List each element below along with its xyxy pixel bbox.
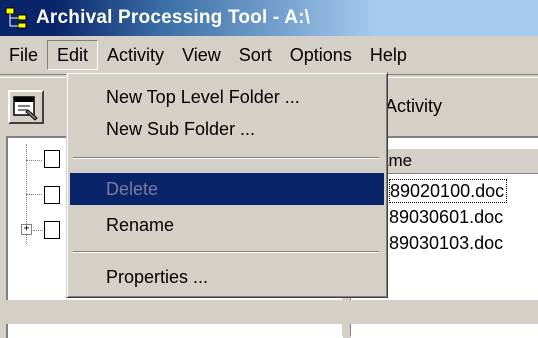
tree-line <box>26 194 42 195</box>
window-bottom <box>0 300 538 324</box>
menu-help[interactable]: Help <box>361 40 416 70</box>
properties-icon <box>13 96 38 121</box>
tree-line <box>33 230 43 231</box>
app-tree-icon <box>4 6 30 30</box>
menu-file[interactable]: File <box>0 40 47 70</box>
menu-sort[interactable]: Sort <box>230 40 281 70</box>
menu-separator <box>73 251 379 253</box>
title-bar[interactable]: Archival Processing Tool - A:\ <box>0 0 538 36</box>
file-name: 89030103.doc <box>389 233 504 253</box>
document-icon[interactable] <box>44 150 60 168</box>
menu-rename[interactable]: Rename <box>70 209 384 241</box>
properties-button[interactable] <box>8 90 44 124</box>
menu-view[interactable]: View <box>173 40 230 70</box>
tree-line <box>26 160 42 161</box>
menu-properties[interactable]: Properties ... <box>70 261 384 293</box>
menu-activity[interactable]: Activity <box>98 40 173 70</box>
window-title: Archival Processing Tool - A:\ <box>36 7 311 28</box>
file-name: 89030601.doc <box>389 207 504 227</box>
file-name: 89020100.doc <box>389 179 508 203</box>
menu-new-top-level-folder[interactable]: New Top Level Folder ... <box>70 81 384 113</box>
menu-separator <box>73 157 379 159</box>
menu-options[interactable]: Options <box>281 40 361 70</box>
menu-new-sub-folder[interactable]: New Sub Folder ... <box>70 113 384 145</box>
menu-edit[interactable]: Edit <box>47 40 99 70</box>
edit-menu-dropdown: New Top Level Folder ... New Sub Folder … <box>66 72 388 298</box>
menu-bar: File Edit Activity View Sort Options Hel… <box>0 38 538 72</box>
menu-delete[interactable]: Delete <box>70 173 384 205</box>
expand-plus-icon[interactable]: + <box>21 224 32 235</box>
folder-check-icon[interactable] <box>44 221 60 239</box>
document-icon[interactable] <box>44 186 60 204</box>
